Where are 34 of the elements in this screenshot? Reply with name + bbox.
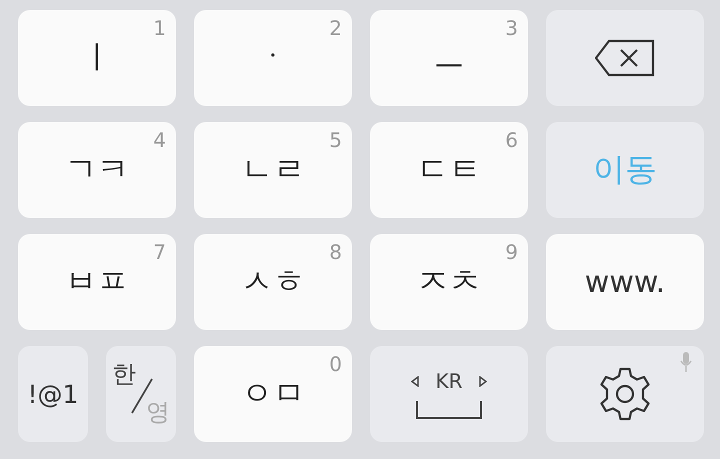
letter-key[interactable]: ㅣ 1 xyxy=(18,10,176,106)
letter-key[interactable]: ㄱㅋ 4 xyxy=(18,122,176,218)
space-icon xyxy=(416,401,482,419)
microphone-icon xyxy=(680,352,692,372)
symbols-key[interactable]: !@1 xyxy=(18,346,88,442)
letter-key[interactable]: ㅡ 3 xyxy=(370,10,528,106)
letter-key[interactable]: ㄷㅌ 6 xyxy=(370,122,528,218)
letter-key[interactable]: ㅈㅊ 9 xyxy=(370,234,528,330)
letter-key[interactable]: ㆍ 2 xyxy=(194,10,352,106)
key-number: 7 xyxy=(153,240,166,264)
letter-key[interactable]: ㅅㅎ 8 xyxy=(194,234,352,330)
letter-key[interactable]: ㅇㅁ 0 xyxy=(194,346,352,442)
settings-key[interactable] xyxy=(546,346,704,442)
letter-key[interactable]: ㅂㅍ 7 xyxy=(18,234,176,330)
left-arrow-icon xyxy=(411,376,420,386)
language-key[interactable]: 한 영 xyxy=(106,346,176,442)
key-number: 4 xyxy=(153,128,166,152)
backspace-key[interactable] xyxy=(546,10,704,106)
english-label: 영 xyxy=(146,397,170,428)
key-number: 1 xyxy=(153,16,166,40)
key-number: 8 xyxy=(329,240,342,264)
key-number: 2 xyxy=(329,16,342,40)
language-label: KR xyxy=(435,369,462,393)
korean-label: 한 xyxy=(112,359,136,390)
backspace-icon xyxy=(595,39,655,77)
key-number: 6 xyxy=(505,128,518,152)
key-number: 0 xyxy=(329,352,342,376)
space-key[interactable]: KR xyxy=(370,346,528,442)
key-number: 9 xyxy=(505,240,518,264)
right-arrow-icon xyxy=(478,376,486,386)
key-number: 5 xyxy=(329,128,342,152)
www-key[interactable]: www. xyxy=(546,234,704,330)
key-number: 3 xyxy=(505,16,518,40)
letter-key[interactable]: ㄴㄹ 5 xyxy=(194,122,352,218)
